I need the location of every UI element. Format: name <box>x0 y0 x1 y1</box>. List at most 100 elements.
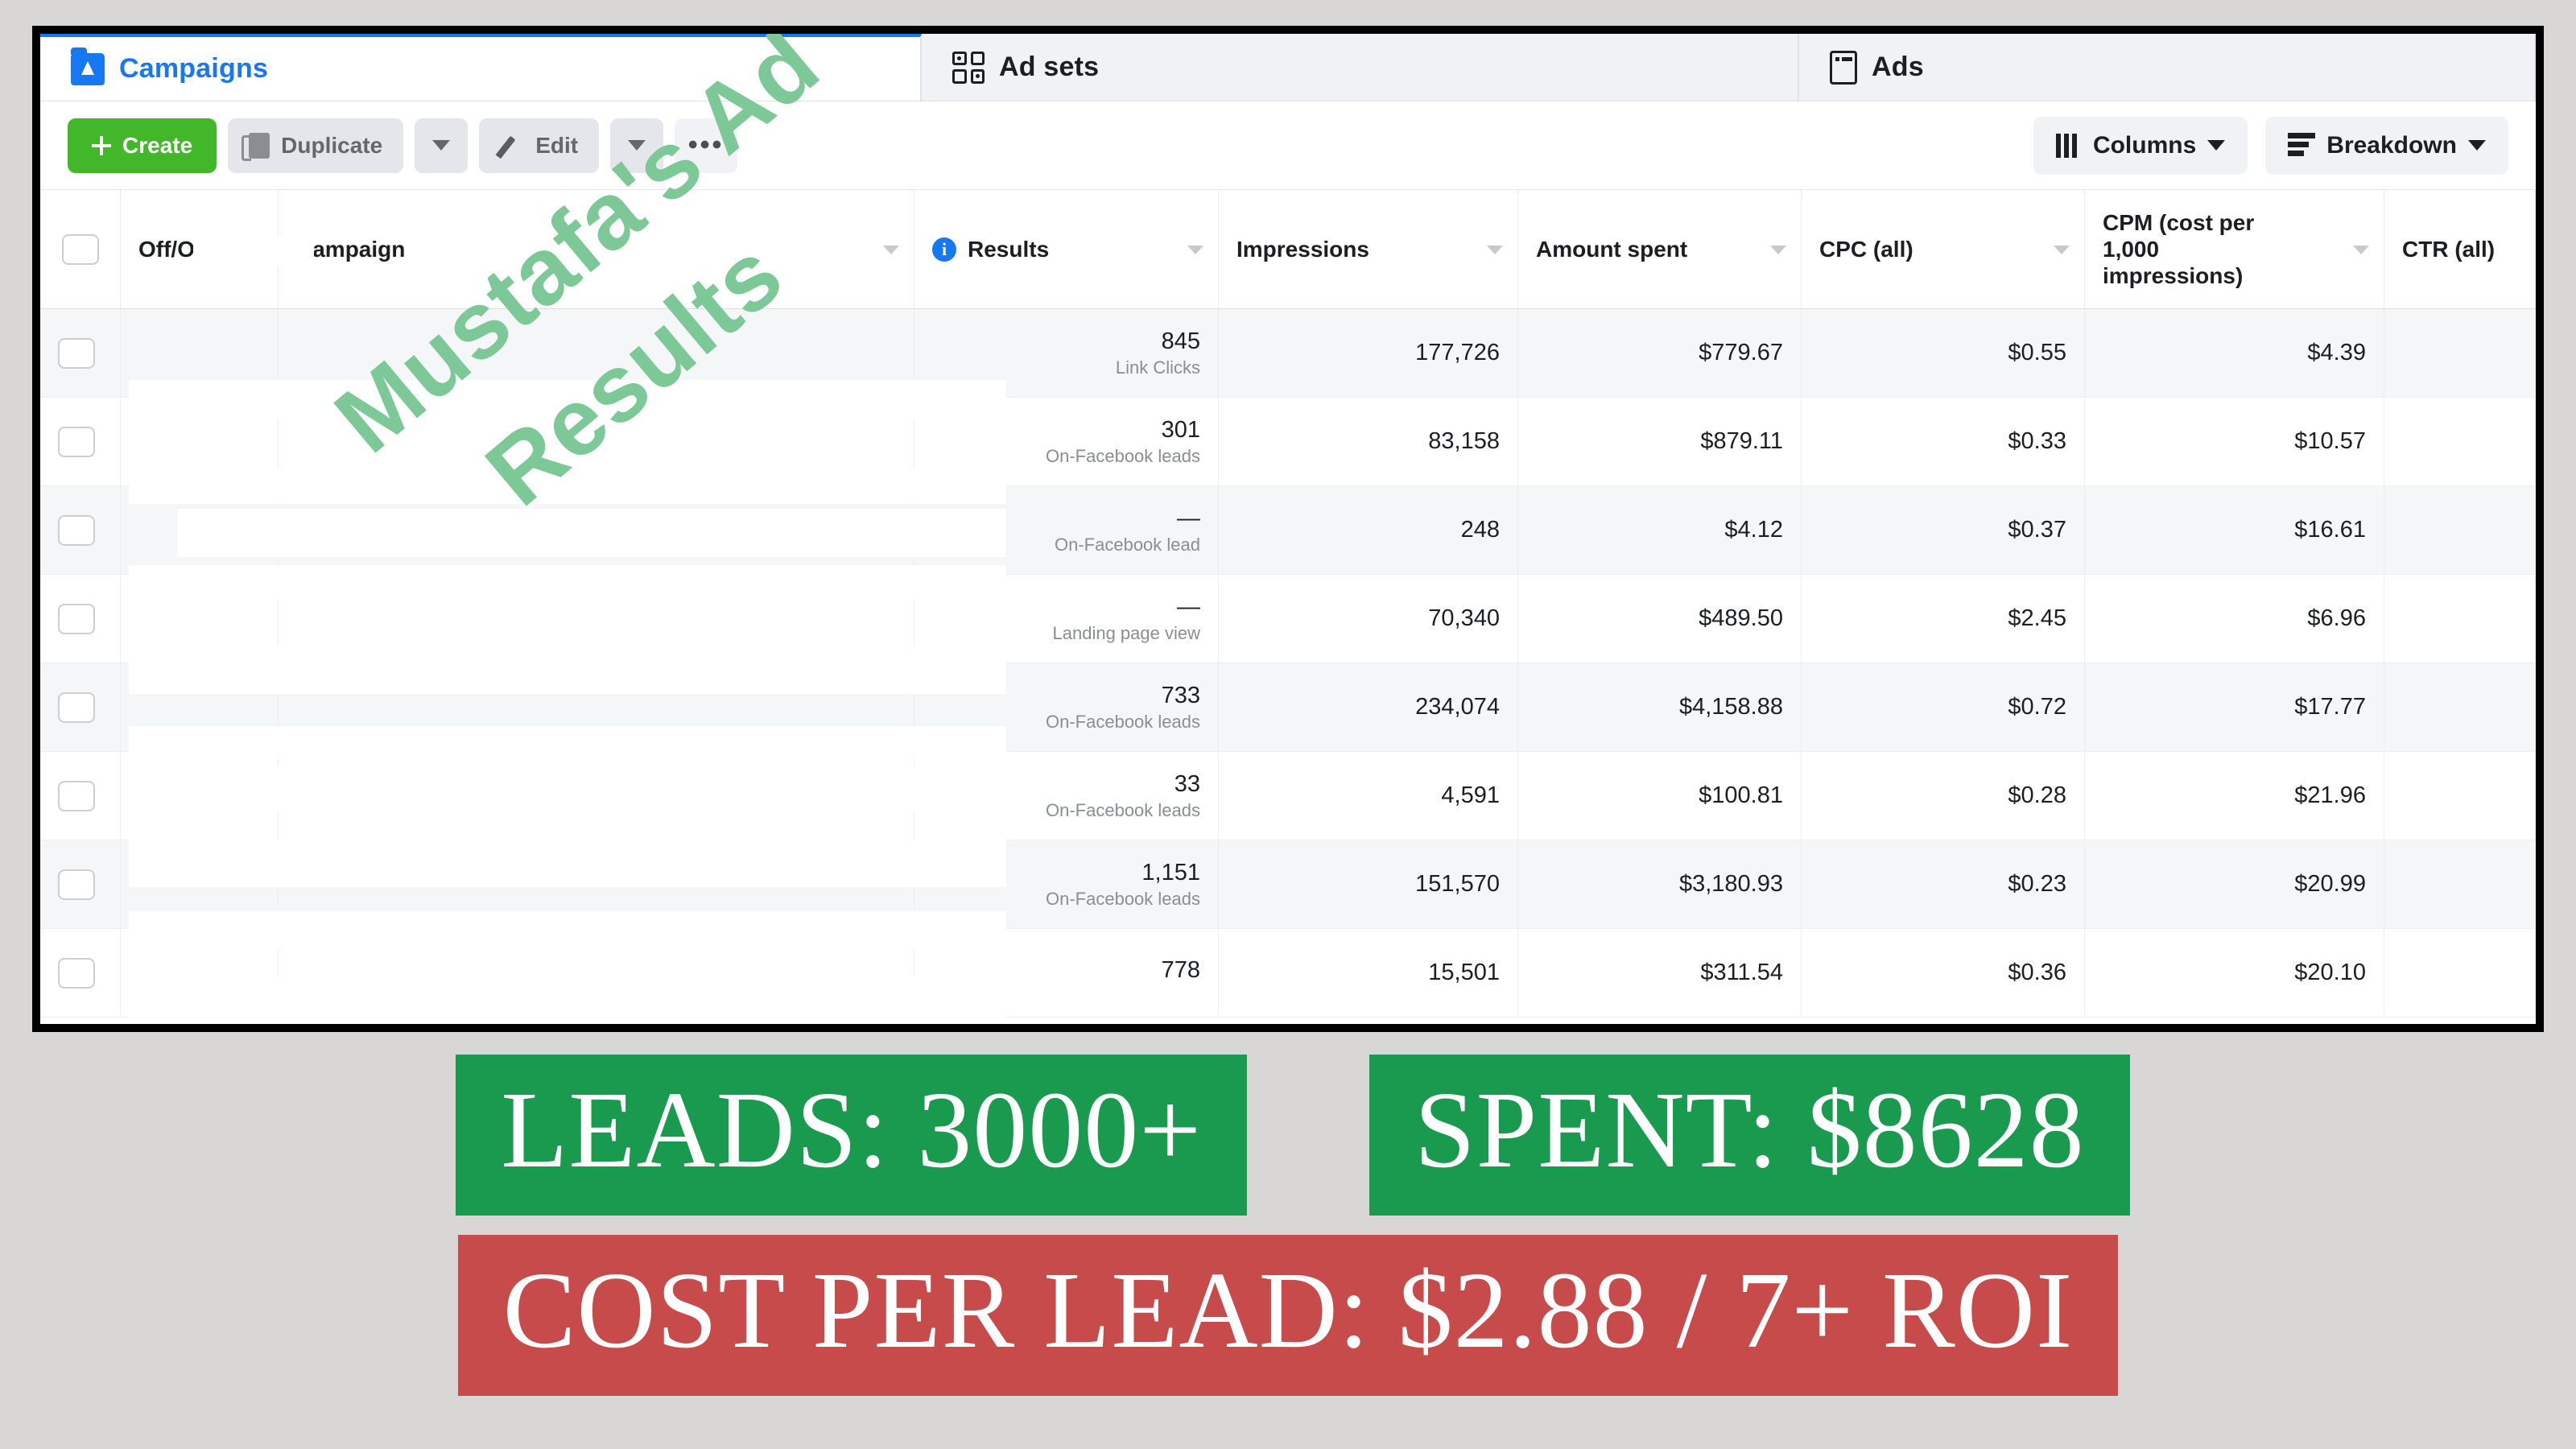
row-impressions-cell: 151,570 <box>1219 840 1518 928</box>
row-cpm-value: $6.96 <box>2307 605 2366 632</box>
header-ctr[interactable]: CTR (all) <box>2384 190 2536 308</box>
redaction-block <box>129 911 1006 950</box>
row-ctr-cell <box>2384 575 2536 663</box>
row-checkbox[interactable] <box>58 426 95 457</box>
breakdown-button-label: Breakdown <box>2326 131 2457 159</box>
row-impressions-value: 248 <box>1460 517 1500 543</box>
row-ctr-cell <box>2384 398 2536 485</box>
chevron-down-icon <box>432 140 451 151</box>
row-checkbox[interactable] <box>58 869 95 900</box>
row-select-cell[interactable] <box>40 929 121 1017</box>
campaigns-table: Off/On Campaign i Results Impressions Am… <box>40 190 2536 1018</box>
columns-button-label: Columns <box>2092 131 2197 159</box>
row-cpc-value: $0.23 <box>2008 871 2066 898</box>
redaction-block <box>193 235 314 267</box>
row-checkbox[interactable] <box>58 603 95 634</box>
row-cpc-cell: $0.33 <box>1802 398 2085 485</box>
row-cpm-cell: $6.96 <box>2085 575 2384 663</box>
row-amount-spent-value: $311.54 <box>1700 960 1783 986</box>
header-select-all[interactable] <box>40 190 121 308</box>
row-impressions-value: 15,501 <box>1428 960 1500 986</box>
chevron-down-icon[interactable] <box>883 245 899 254</box>
campaign-folder-icon <box>71 47 105 85</box>
breakdown-icon <box>2288 132 2316 159</box>
row-select-cell[interactable] <box>40 486 121 574</box>
row-checkbox[interactable] <box>58 337 95 369</box>
row-ctr-cell <box>2384 840 2536 928</box>
row-amount-spent-cell: $879.11 <box>1518 398 1802 485</box>
redaction-block <box>129 646 1006 694</box>
header-campaign[interactable]: Campaign <box>279 190 914 308</box>
row-select-cell[interactable] <box>40 309 121 397</box>
row-select-cell[interactable] <box>40 398 121 485</box>
row-select-cell[interactable] <box>40 752 121 840</box>
tab-ads[interactable]: Ads <box>1799 34 2536 101</box>
redaction-block <box>129 839 1006 887</box>
create-button-label: Create <box>122 132 193 158</box>
leads-banner: LEADS: 3000+ <box>456 1055 1248 1216</box>
header-results-label: Results <box>968 236 1050 262</box>
header-cpc[interactable]: CPC (all) <box>1802 190 2085 308</box>
edit-dropdown-button[interactable] <box>610 118 664 173</box>
duplicate-button[interactable]: Duplicate <box>228 118 404 173</box>
action-toolbar: Create Duplicate Edit ••• Columns Breakd… <box>40 101 2536 190</box>
columns-button[interactable]: Columns <box>2033 116 2248 175</box>
tab-ads-label: Ads <box>1872 52 1924 82</box>
row-result-type: On-Facebook leads <box>1046 800 1200 821</box>
edit-button[interactable]: Edit <box>479 118 600 173</box>
grid-2x2-icon <box>952 51 985 84</box>
row-checkbox[interactable] <box>58 514 95 546</box>
tab-ad-sets-label: Ad sets <box>999 52 1100 82</box>
row-impressions-value: 70,340 <box>1428 605 1500 632</box>
create-button[interactable]: Create <box>68 118 217 173</box>
tab-ad-sets[interactable]: Ad sets <box>922 34 1799 101</box>
select-all-checkbox[interactable] <box>61 233 99 265</box>
row-select-cell[interactable] <box>40 575 121 663</box>
chevron-down-icon[interactable] <box>2353 245 2369 254</box>
redaction-block <box>129 726 1006 758</box>
header-cpm[interactable]: CPM (cost per 1,000 impressions) <box>2085 190 2384 308</box>
redaction-block <box>177 509 1006 557</box>
header-results[interactable]: i Results <box>914 190 1219 308</box>
screenshot-frame: Campaigns Ad sets Ads Create Duplicate E… <box>32 26 2544 1032</box>
chevron-down-icon[interactable] <box>1770 245 1786 254</box>
header-amount-spent[interactable]: Amount spent <box>1518 190 1802 308</box>
row-results-value: 33 <box>1174 770 1200 797</box>
tab-campaigns[interactable]: Campaigns <box>40 34 922 101</box>
chevron-down-icon <box>2207 140 2226 151</box>
row-cpm-value: $10.57 <box>2294 428 2366 455</box>
chevron-down-icon[interactable] <box>1187 245 1203 254</box>
more-actions-button[interactable]: ••• <box>675 118 738 173</box>
chevron-down-icon <box>628 140 646 151</box>
duplicate-dropdown-button[interactable] <box>415 118 469 173</box>
row-cpc-value: $0.55 <box>2008 340 2066 366</box>
row-checkbox[interactable] <box>58 691 95 723</box>
results-banners: LEADS: 3000+ SPENT: $8628 COST PER LEAD:… <box>0 1055 2576 1396</box>
row-amount-spent-cell: $100.81 <box>1518 752 1802 840</box>
row-cpm-cell: $16.61 <box>2085 486 2384 574</box>
row-impressions-cell: 248 <box>1219 486 1518 574</box>
row-amount-spent-cell: $3,180.93 <box>1518 840 1802 928</box>
pencil-icon <box>500 134 524 158</box>
ads-manager-panel: Campaigns Ad sets Ads Create Duplicate E… <box>40 34 2536 1024</box>
row-cpc-value: $0.37 <box>2008 517 2066 543</box>
row-select-cell[interactable] <box>40 840 121 928</box>
row-amount-spent-value: $100.81 <box>1699 782 1783 809</box>
row-results-value: 733 <box>1161 682 1200 708</box>
chevron-down-icon[interactable] <box>1487 245 1503 254</box>
row-select-cell[interactable] <box>40 663 121 751</box>
row-impressions-cell: 70,340 <box>1219 575 1518 663</box>
row-amount-spent-cell: $489.50 <box>1518 575 1802 663</box>
duplicate-icon <box>242 132 270 161</box>
row-checkbox[interactable] <box>58 780 95 811</box>
chevron-down-icon[interactable] <box>2054 245 2070 254</box>
header-impressions[interactable]: Impressions <box>1219 190 1518 308</box>
breakdown-button[interactable]: Breakdown <box>2265 116 2508 175</box>
plus-icon <box>92 135 111 155</box>
row-result-type: On-Facebook lead <box>1055 535 1200 555</box>
row-checkbox[interactable] <box>58 957 95 989</box>
row-impressions-cell: 4,591 <box>1219 752 1518 840</box>
row-cpc-cell: $0.23 <box>1802 840 2085 928</box>
spent-banner: SPENT: $8628 <box>1369 1055 2130 1216</box>
row-impressions-value: 177,726 <box>1415 340 1500 366</box>
